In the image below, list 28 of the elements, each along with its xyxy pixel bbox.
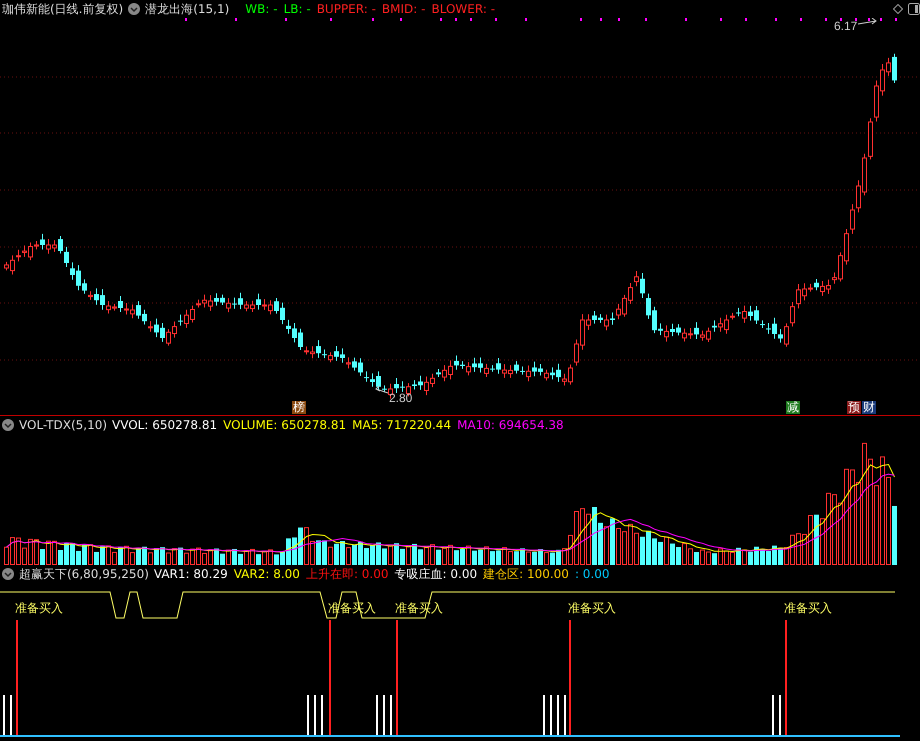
legend-value: VOLUME: 650278.81 [223,418,346,432]
legend-value: VAR1: 80.29 [154,567,228,581]
legend-value: VVOL: 650278.81 [112,418,218,432]
buy-signal-label: 准备买入 [15,602,63,615]
legend-value: BMID: - [382,2,426,16]
legend-value: BUPPER: - [316,2,376,16]
event-badge[interactable]: 减 [786,401,800,414]
legend-value: 建仓区: 100.00 [483,566,569,582]
legend-value: VAR2: 8.00 [234,567,300,581]
event-badge[interactable]: 预 [847,401,861,414]
low-price-label: 2.80 [389,391,412,405]
indicator-name: 潜龙出海(15,1) [145,0,230,18]
legend-value: 上升在即: 0.00 [306,566,389,582]
legend-value: WB: - [245,2,278,16]
legend-value: MA5: 717220.44 [352,418,452,432]
buy-signal-label: 准备买入 [784,602,832,615]
event-badge[interactable]: 榜 [292,401,306,414]
high-price-label: 6.17 [834,19,858,33]
legend-value: LB: - [284,2,311,16]
legend-value: MA10: 694654.38 [457,418,564,432]
event-badge[interactable]: 财 [862,401,876,414]
legend-value: BLOWER: - [431,2,496,16]
buy-signal-label: 准备买入 [568,602,616,615]
stock-title: 珈伟新能(日线.前复权) [2,0,124,18]
legend-value: : 0.00 [574,567,610,581]
indicator-name: 超赢天下(6,80,95,250) [19,566,149,582]
legend-value: 专吸庄血: 0.00 [394,566,478,582]
indicator-name: VOL-TDX(5,10) [19,418,108,432]
